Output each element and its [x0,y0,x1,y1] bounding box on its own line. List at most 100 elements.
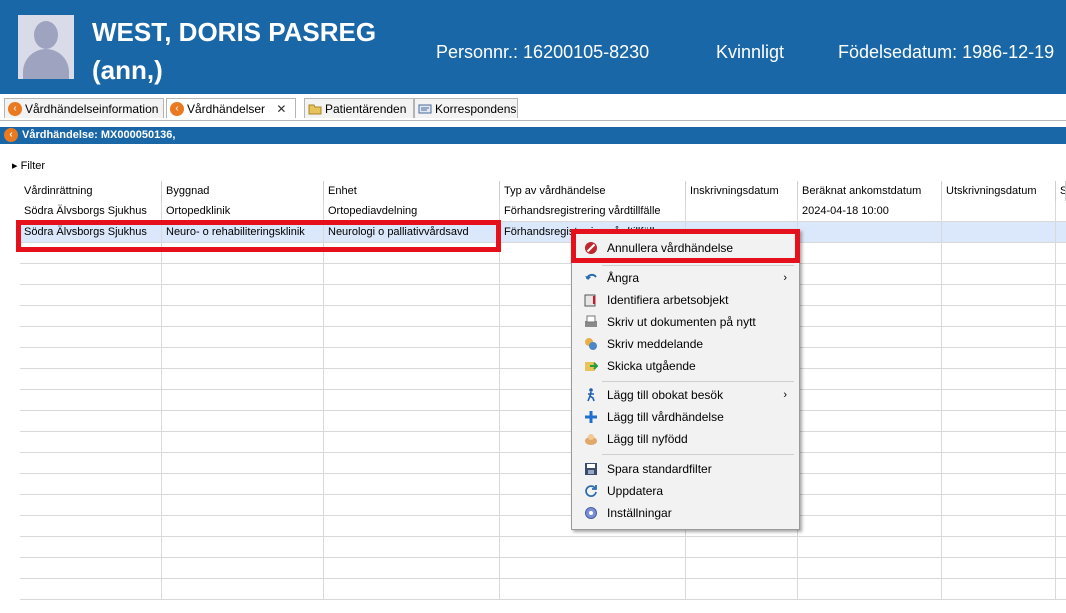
patient-name-suffix: (ann,) [92,55,163,85]
patient-header: WEST, DORIS PASREG (ann,) Personnr.: 162… [0,0,1066,94]
patient-avatar [18,15,74,79]
menu-item-label: Identifiera arbetsobjekt [607,293,729,307]
save-icon [585,463,597,475]
menu-item-installningar[interactable]: Inställningar [572,502,799,524]
menu-item-label: Inställningar [607,506,672,520]
close-tab-icon[interactable]: ✕ [276,102,286,116]
column-header[interactable]: Typ av vårdhändelse [500,181,686,201]
empty-row [20,579,1066,600]
submenu-arrow-icon: › [783,389,787,401]
patient-personnr: Personnr.: 16200105-8230 [436,42,650,62]
plus-icon [585,411,597,423]
menu-separator [602,265,794,266]
table-row[interactable]: Södra Älvsborgs Sjukhus Ortopedklinik Or… [20,201,1066,222]
table-cell [942,222,1056,242]
tab-patientarenden[interactable]: Patientärenden [304,98,414,118]
menu-item-lagg-till-vardhandelse[interactable]: Lägg till vårdhändelse [572,406,799,428]
submenu-arrow-icon: › [783,272,787,284]
menu-item-lagg-till-nyfodd[interactable]: Lägg till nyfödd [572,428,799,450]
patient-gender: Kvinnligt [716,42,785,62]
empty-row [20,432,1066,453]
baby-icon [585,434,597,445]
undo-icon [585,273,597,280]
care-event-icon: ‹ [8,102,22,116]
column-header[interactable]: Enhet [324,181,500,201]
tab-bar: ‹ Vårdhändelseinformation ‹ Vårdhändelse… [0,96,1066,121]
menu-item-label: Skriv meddelande [607,337,704,351]
column-header[interactable]: Byggnad [162,181,324,201]
filter-label: Filter [20,160,46,172]
empty-row [20,285,1066,306]
table-cell: Ortopedklinik [162,201,324,221]
table-cell: Förhandsregistrering vårdtillfälle [500,201,686,221]
menu-item-label: Lägg till nyfödd [607,432,688,446]
message-icon [585,338,597,350]
identify-icon [584,294,596,307]
menu-separator [602,454,794,455]
section-title: Vårdhändelse: MX000050136, [22,129,176,141]
column-header[interactable]: Beräknat ankomstdatum [798,181,942,201]
empty-row [20,516,1066,537]
tab-label: Korrespondens [435,102,517,116]
empty-row [20,348,1066,369]
filter-toggle[interactable]: ▸ Filter [12,159,45,172]
menu-item-skicka-utgaende[interactable]: Skicka utgående [572,355,799,377]
care-event-icon: ‹ [4,128,18,142]
send-icon [585,362,598,371]
empty-row [20,327,1066,348]
tab-label: Vårdhändelseinformation [25,102,159,116]
folder-icon [308,104,322,115]
walking-person-icon [587,388,595,402]
menu-item-label: Uppdatera [607,484,664,498]
empty-row [20,474,1066,495]
tab-label: Patientärenden [325,102,407,116]
empty-row [20,537,1066,558]
tab-vardhandelseinformation[interactable]: ‹ Vårdhändelseinformation [4,98,164,118]
menu-item-skriv-ut[interactable]: Skriv ut dokumenten på nytt [572,311,799,333]
column-header[interactable]: Vårdinrättning [20,181,162,201]
empty-row [20,390,1066,411]
table-cell: Ortopediavdelning [324,201,500,221]
section-title-bar: ‹ Vårdhändelse: MX000050136, [0,127,1066,144]
letter-icon [418,104,432,114]
menu-item-label: Spara standardfilter [607,462,712,476]
table-cell [942,201,1056,221]
menu-item-angra[interactable]: Ångra › [572,267,799,289]
empty-row [20,453,1066,474]
table-cell: 2024-04-18 10:00 [798,201,942,221]
menu-item-label: Lägg till vårdhändelse [607,410,724,424]
menu-separator [602,381,794,382]
menu-item-spara-standardfilter[interactable]: Spara standardfilter [572,458,799,480]
menu-item-label: Skicka utgående [607,359,696,373]
tab-label: Vårdhändelser [187,102,266,116]
row-highlight-box [16,220,501,252]
empty-row [20,495,1066,516]
empty-row [20,369,1066,390]
table-cell [798,222,942,242]
menu-item-label: Ångra [607,271,640,285]
menu-item-skriv-meddelande[interactable]: Skriv meddelande [572,333,799,355]
care-event-icon: ‹ [170,102,184,116]
expand-arrow-icon: ▸ [12,160,18,172]
table-cell [686,201,798,221]
empty-row [20,558,1066,579]
settings-icon [585,507,597,519]
refresh-icon [585,485,597,497]
column-header[interactable]: S [1056,181,1066,201]
empty-row [20,306,1066,327]
tab-vardhandelser[interactable]: ‹ Vårdhändelser ✕ [166,98,296,118]
menu-item-identifiera[interactable]: Identifiera arbetsobjekt [572,289,799,311]
print-icon [585,315,597,327]
column-header[interactable]: Inskrivningsdatum [686,181,798,201]
menu-item-label: Lägg till obokat besök [607,388,724,402]
column-header[interactable]: Utskrivningsdatum [942,181,1056,201]
tab-korrespondens[interactable]: Korrespondens [414,98,518,118]
menu-highlight-box [571,229,800,263]
context-menu: Annullera vårdhändelse Ångra › Identifie… [571,229,800,530]
menu-item-obokat-besok[interactable]: Lägg till obokat besök › [572,384,799,406]
menu-item-label: Skriv ut dokumenten på nytt [607,315,756,329]
menu-item-uppdatera[interactable]: Uppdatera [572,480,799,502]
patient-birthdate: Födelsedatum: 1986-12-19 [838,42,1055,62]
table-cell: Södra Älvsborgs Sjukhus [20,201,162,221]
empty-row [20,411,1066,432]
